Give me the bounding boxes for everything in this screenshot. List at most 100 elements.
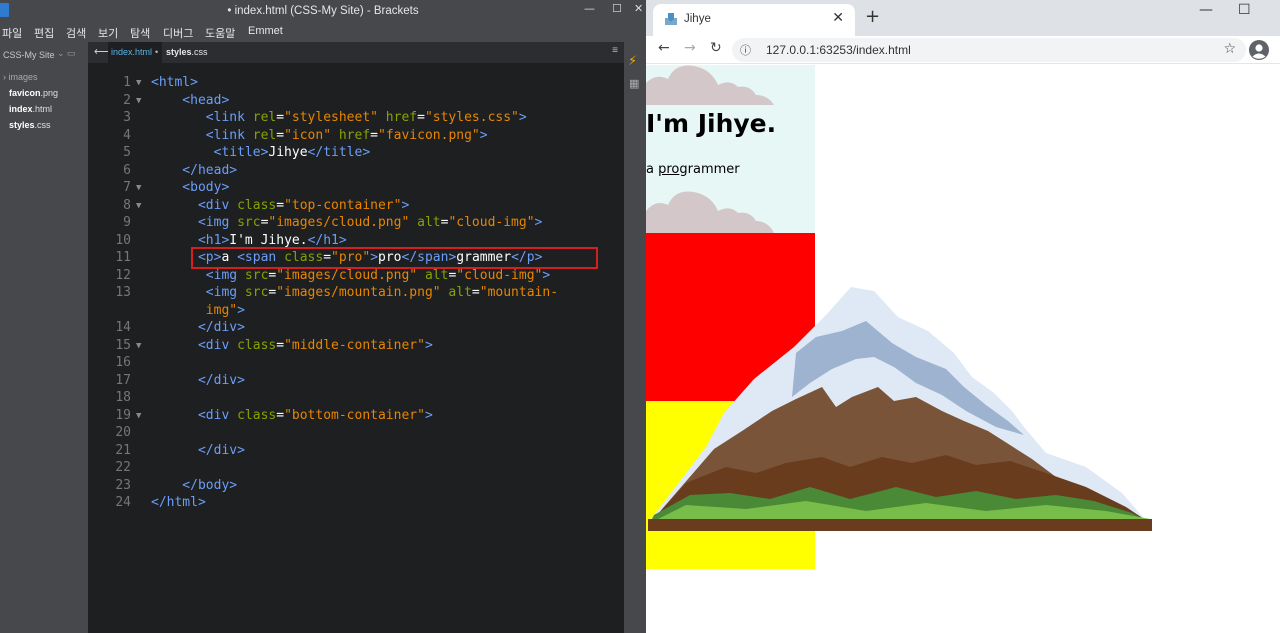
chrome-window: Jihye ✕ + — ☐ ← → ↻ ⓘ 127.0.0.1:63253/in… <box>646 0 1280 633</box>
code-text: <head> <box>151 92 230 108</box>
code-line[interactable]: 3 <link rel="stylesheet" href="styles.cs… <box>88 109 624 127</box>
page-viewport: I'm Jihye. a programmer <box>646 65 1280 633</box>
fold-toggle-icon[interactable]: ▼ <box>136 74 141 92</box>
tab-index-html[interactable]: index.html • <box>108 42 163 63</box>
line-number: 11 <box>115 250 131 265</box>
code-line[interactable]: 9 <img src="images/cloud.png" alt="cloud… <box>88 214 624 232</box>
close-button[interactable]: ✕ <box>634 2 643 15</box>
code-text: </body> <box>151 477 238 493</box>
code-line[interactable]: 15 ▼ <div class="middle-container"> <box>88 337 624 355</box>
tree-folder-images[interactable]: › images <box>3 72 38 82</box>
chrome-toolbar: ← → ↻ ⓘ 127.0.0.1:63253/index.html ☆ <box>646 36 1280 64</box>
bookmark-star-icon[interactable]: ☆ <box>1223 41 1236 57</box>
brackets-window-title: • index.html (CSS-My Site) - Brackets <box>227 5 419 17</box>
tabs-menu-icon[interactable]: ≡ <box>612 45 618 56</box>
menu-emmet[interactable]: Emmet <box>248 25 283 37</box>
code-text: <body> <box>151 180 230 195</box>
code-line[interactable]: 17 </div> <box>88 372 624 390</box>
line-number: 10 <box>115 232 131 248</box>
line-number: 16 <box>115 355 131 370</box>
fold-toggle-icon[interactable]: ▼ <box>136 407 141 425</box>
menu-view[interactable]: 보기 <box>98 25 118 41</box>
line-number: 3 <box>123 110 131 125</box>
project-dropdown-icon[interactable]: ⌄ ▭ <box>57 48 76 59</box>
code-line[interactable]: 2 ▼ <head> <box>88 92 624 110</box>
code-line[interactable]: 23 </body> <box>88 477 624 495</box>
reload-icon[interactable]: ↻ <box>710 40 722 56</box>
tab-close-icon[interactable]: ✕ <box>832 10 844 26</box>
code-line[interactable]: 6 </head> <box>88 162 624 180</box>
code-text: <html> <box>151 75 198 90</box>
brackets-toolbar-right: ⚡ ▦ <box>624 42 646 633</box>
code-line[interactable]: 19 ▼ <div class="bottom-container"> <box>88 407 624 425</box>
fold-toggle-icon[interactable]: ▼ <box>136 337 141 355</box>
tab-title: Jihye <box>684 13 711 25</box>
live-preview-icon[interactable]: ⚡ <box>628 54 637 69</box>
url-text[interactable]: 127.0.0.1:63253/index.html <box>766 43 911 57</box>
code-line[interactable]: 5 <title>Jihye</title> <box>88 144 624 162</box>
code-text: </html> <box>151 495 206 510</box>
pro-span: pro <box>658 162 680 177</box>
code-text: <div class="top-container"> <box>151 197 410 213</box>
extension-manager-icon[interactable]: ▦ <box>629 77 639 90</box>
maximize-button[interactable]: ☐ <box>612 2 622 15</box>
code-editor[interactable]: 1 ▼ <html> 2 ▼ <head> 3 <link rel="stylesheet… <box>88 63 624 633</box>
back-icon[interactable]: ← <box>658 40 670 56</box>
line-number: 23 <box>115 477 131 493</box>
tree-file-styles[interactable]: styles.css <box>9 120 51 130</box>
browser-tab[interactable]: Jihye ✕ <box>653 4 855 36</box>
line-number: 22 <box>115 460 131 475</box>
code-line[interactable]: 14 </div> <box>88 319 624 337</box>
tab-styles-css[interactable]: styles.css <box>166 47 208 57</box>
code-line[interactable]: 18 <box>88 389 624 407</box>
code-line[interactable]: 4 <link rel="icon" href="favicon.png"> <box>88 127 624 145</box>
project-name[interactable]: CSS-My Site <box>3 50 55 60</box>
fold-toggle-icon[interactable]: ▼ <box>136 179 141 197</box>
editor-tabs: ⟵ index.html • styles.css ≡ <box>88 42 624 63</box>
code-line[interactable]: 21 </div> <box>88 442 624 460</box>
menu-search[interactable]: 검색 <box>66 25 86 41</box>
site-info-icon[interactable]: ⓘ <box>740 42 751 58</box>
line-number: 7 <box>123 180 131 195</box>
code-line[interactable]: 1 ▼ <html> <box>88 74 624 92</box>
tree-file-favicon[interactable]: favicon.png <box>9 88 58 98</box>
cloud-image-top <box>646 65 774 105</box>
code-line[interactable]: 16 <box>88 354 624 372</box>
menu-file[interactable]: 파일 <box>2 25 22 41</box>
line-number: 13 <box>115 285 131 300</box>
highlight-box <box>191 247 598 269</box>
code-line[interactable]: 22 <box>88 459 624 477</box>
line-number: 6 <box>123 162 131 178</box>
forward-icon[interactable]: → <box>684 40 696 56</box>
menu-debug[interactable]: 디버그 <box>163 25 193 41</box>
line-number: 20 <box>115 425 131 440</box>
code-text: <div class="middle-container"> <box>151 337 433 353</box>
page-heading: I'm Jihye. <box>646 109 777 138</box>
code-line[interactable]: img"> <box>88 302 624 320</box>
fold-toggle-icon[interactable]: ▼ <box>136 197 141 215</box>
menu-help[interactable]: 도움말 <box>205 25 235 41</box>
line-number: 12 <box>115 267 131 283</box>
line-number: 24 <box>115 495 131 510</box>
code-line[interactable]: 8 ▼ <div class="top-container"> <box>88 197 624 215</box>
line-number: 5 <box>123 145 131 160</box>
menu-edit[interactable]: 편집 <box>34 25 54 41</box>
fold-toggle-icon[interactable]: ▼ <box>136 92 141 110</box>
code-line[interactable]: 20 <box>88 424 624 442</box>
code-text: <img src="images/cloud.png" alt="cloud-i… <box>151 267 551 283</box>
address-bar[interactable]: ⓘ 127.0.0.1:63253/index.html ☆ <box>732 38 1246 62</box>
chrome-minimize-button[interactable]: — <box>1199 2 1213 18</box>
chrome-maximize-button[interactable]: ☐ <box>1238 2 1251 18</box>
code-line[interactable]: 7 ▼ <body> <box>88 179 624 197</box>
code-line[interactable]: 12 <img src="images/cloud.png" alt="clou… <box>88 267 624 285</box>
code-line[interactable]: 24 </html> <box>88 494 624 512</box>
code-text: img"> <box>151 302 245 318</box>
minimize-button[interactable]: — <box>584 2 595 15</box>
code-line[interactable]: 13 <img src="images/mountain.png" alt="m… <box>88 284 624 302</box>
tree-file-index[interactable]: index.html <box>9 104 52 114</box>
menu-navigate[interactable]: 탐색 <box>130 25 150 41</box>
line-number: 14 <box>115 320 131 335</box>
profile-icon[interactable] <box>1249 40 1269 60</box>
new-tab-button[interactable]: + <box>865 6 880 27</box>
project-sidebar: CSS-My Site ⌄ ▭ › images favicon.png ind… <box>0 42 88 633</box>
